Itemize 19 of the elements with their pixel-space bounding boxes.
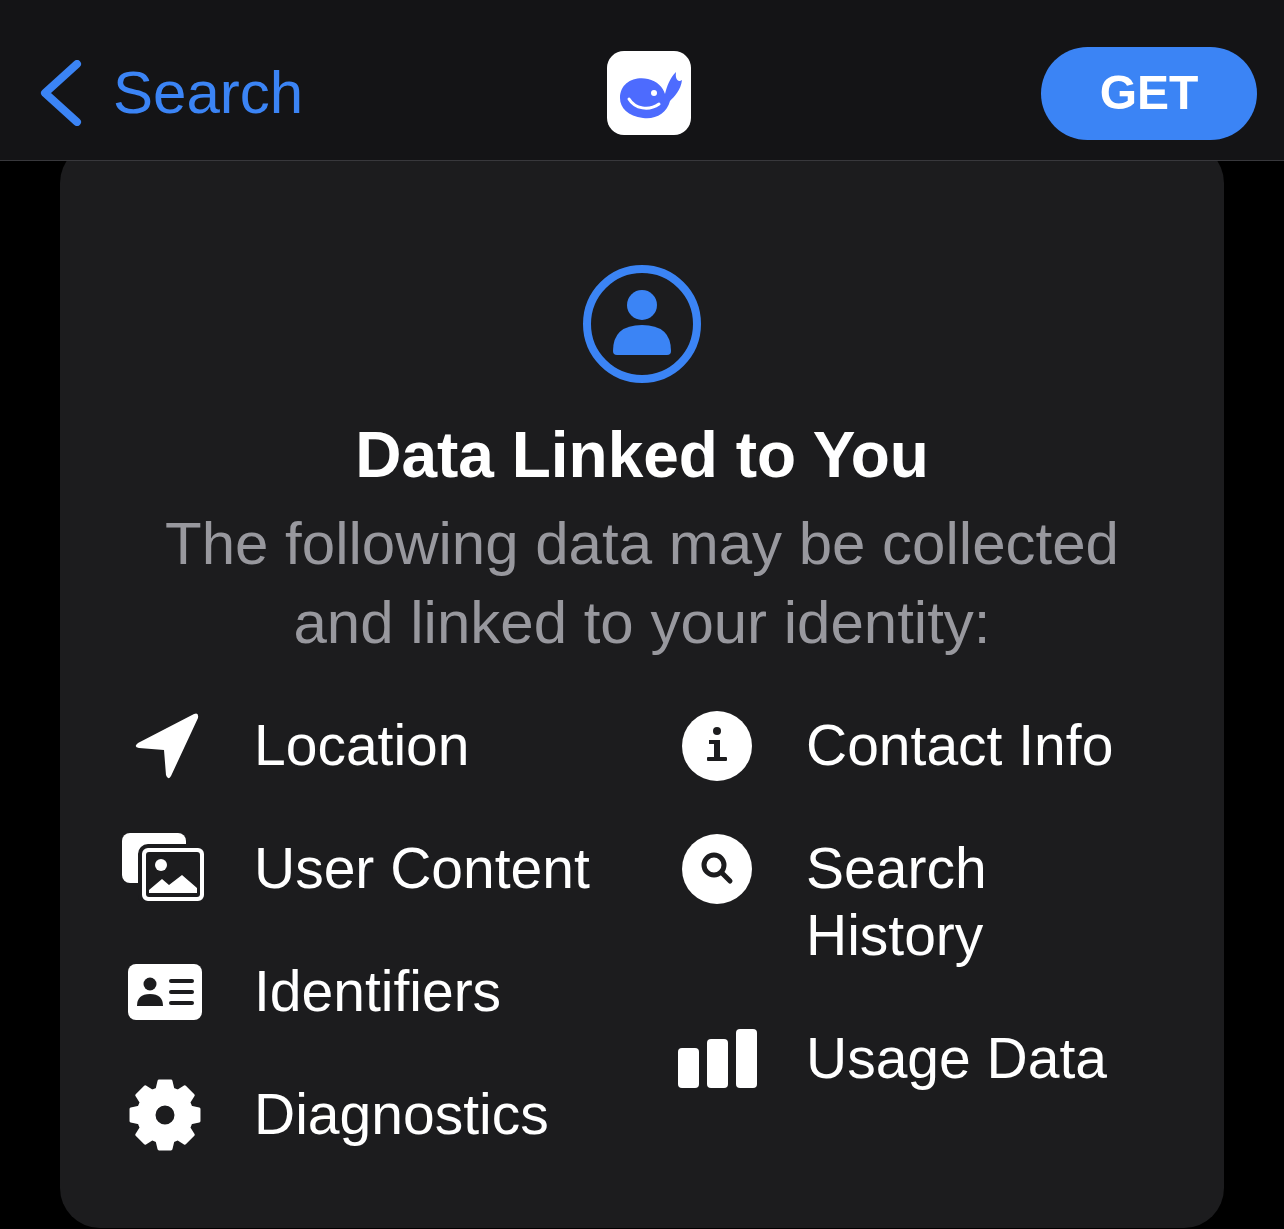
info-icon [682, 710, 752, 781]
id-card-icon [128, 963, 202, 1020]
section-description: The following data may be collected and linked to your identity: [164, 509, 1120, 658]
bar-chart-icon [677, 1029, 757, 1088]
chevron-left-icon [40, 60, 82, 126]
person-circle-icon [583, 265, 701, 383]
data-type-label: Usage Data [806, 1025, 1107, 1092]
section-title: Data Linked to You [354, 418, 930, 493]
data-type-label: Identifiers [254, 958, 502, 1025]
data-type-label: User Content [254, 835, 590, 902]
data-type-label: Contact Info [806, 712, 1114, 779]
get-button[interactable]: GET [1041, 46, 1257, 140]
search-icon [682, 833, 752, 904]
gear-icon [129, 1078, 201, 1151]
data-type-label: Location [254, 712, 470, 779]
whale-app-icon [606, 51, 691, 135]
back-button[interactable]: Search [40, 60, 304, 126]
data-type-label: Diagnostics [254, 1081, 549, 1148]
data-type-label: Search History [806, 835, 988, 969]
